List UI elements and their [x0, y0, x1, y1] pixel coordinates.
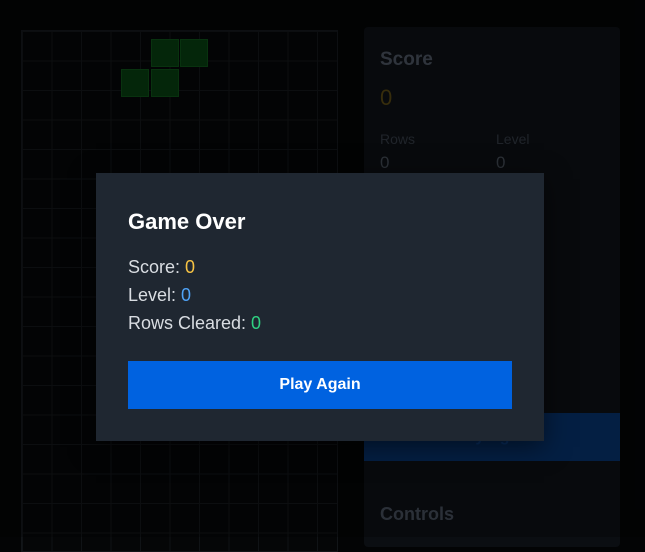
dialog-title: Game Over	[128, 209, 246, 234]
game-over-dialog: Game Over Score: 0 Level: 0 Rows Cleared…	[96, 173, 544, 441]
final-score: Score: 0	[128, 257, 195, 278]
final-score-value: 0	[185, 257, 196, 277]
play-again-button[interactable]: Play Again	[128, 361, 512, 409]
final-level: Level: 0	[128, 285, 191, 306]
final-rows-cleared: Rows Cleared: 0	[128, 313, 261, 334]
final-level-value: 0	[181, 285, 192, 305]
final-rows-label: Rows Cleared:	[128, 313, 252, 333]
final-level-label: Level:	[128, 285, 182, 305]
final-score-label: Score:	[128, 257, 186, 277]
final-rows-value: 0	[251, 313, 262, 333]
